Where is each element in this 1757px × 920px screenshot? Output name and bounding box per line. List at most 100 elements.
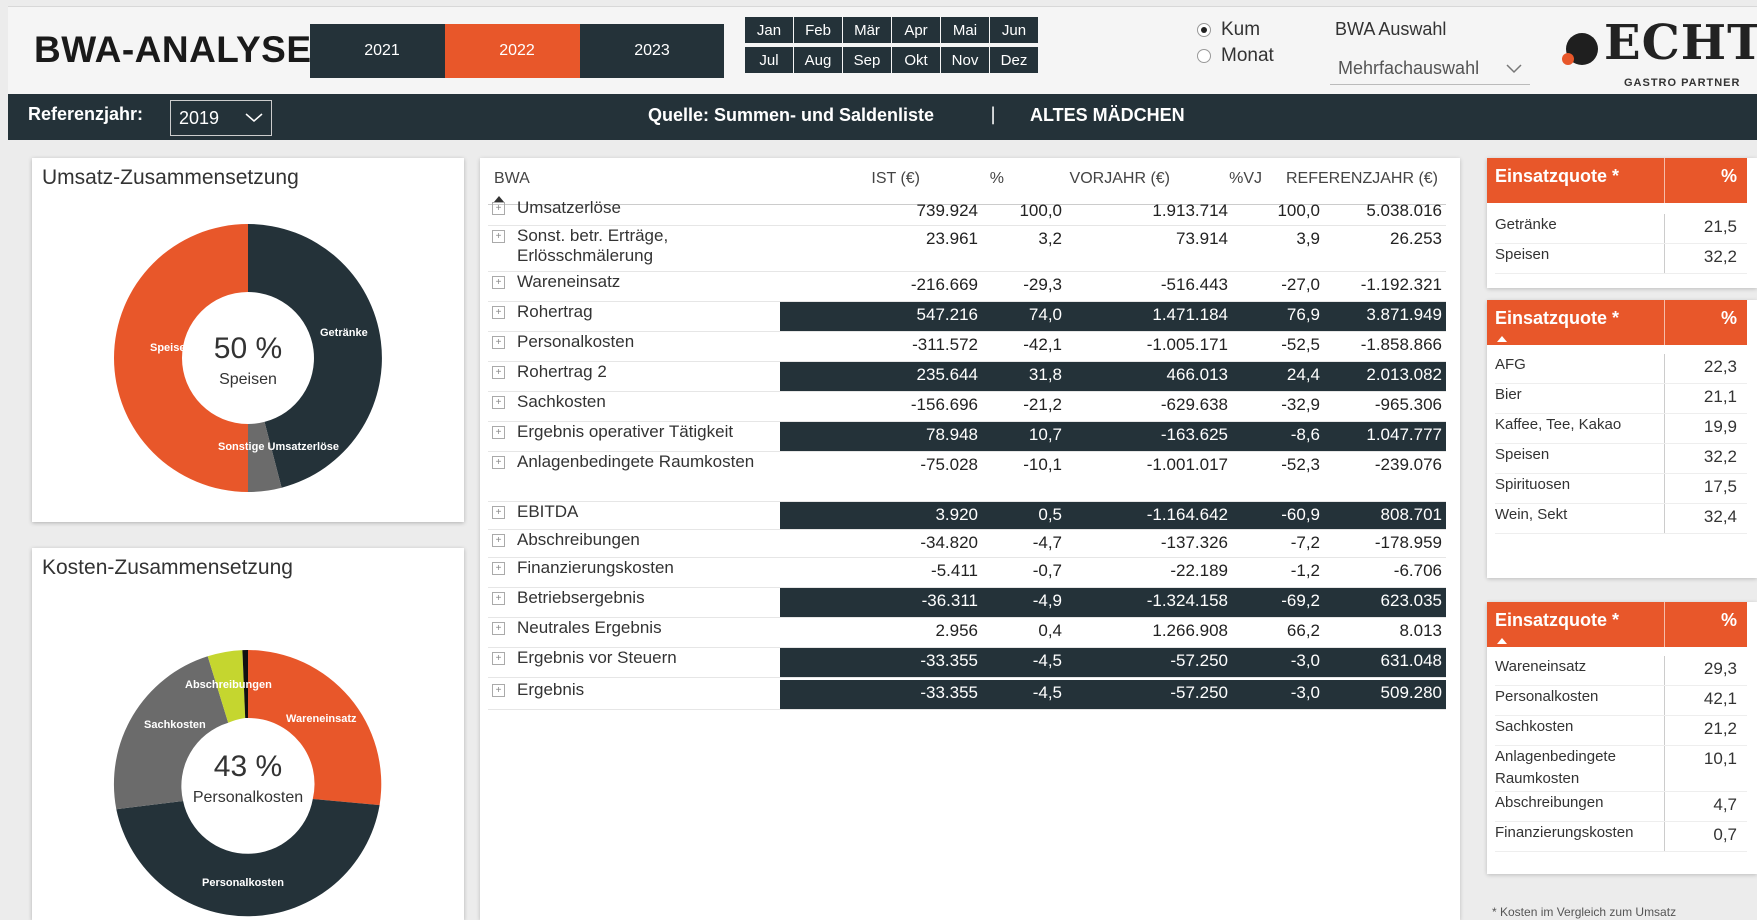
- slice-label-wareneinsatz: Wareneinsatz: [286, 713, 357, 725]
- table-row[interactable]: + Rohertrag 547.216 74,0 1.471.184 76,9 3.871.…: [488, 302, 1446, 332]
- list-item: Spirituosen 17,5: [1495, 474, 1747, 504]
- year-button-2022[interactable]: 2022: [445, 24, 589, 78]
- page-title: BWA-ANALYSE: [34, 29, 312, 70]
- year-button-2023[interactable]: 2023: [580, 24, 724, 78]
- cell-pct: -42,1: [1023, 335, 1062, 354]
- panel-title: Einsatzquote *: [1495, 308, 1620, 328]
- cell-ist: 547.216: [916, 305, 978, 324]
- row-values: 78.948 10,7 -163.625 -8,6 1.047.777: [780, 422, 1446, 451]
- expand-icon[interactable]: +: [492, 306, 505, 319]
- month-button-aug[interactable]: Aug: [794, 47, 842, 73]
- row-label-text: Rohertrag: [517, 302, 593, 321]
- table-row[interactable]: + Betriebsergebnis -36.311 -4,9 -1.324.158 -6…: [488, 588, 1446, 618]
- table-row[interactable]: + Umsatzerlöse 739.924 100,0 1.913.714 100,0 5…: [488, 198, 1446, 226]
- month-button-apr[interactable]: Apr: [892, 17, 940, 43]
- column-header-pct-vj[interactable]: %VJ: [1229, 170, 1262, 188]
- filter-bar: Referenzjahr: 2019 Quelle: Summen- und S…: [8, 94, 1757, 140]
- list-item-value: 10,1: [1703, 749, 1737, 768]
- expand-icon[interactable]: +: [492, 506, 505, 519]
- list-item-value: 0,7: [1713, 825, 1737, 844]
- table-row[interactable]: + Abschreibungen -34.820 -4,7 -137.326 -7,2 -1…: [488, 530, 1446, 558]
- list-item: Personalkosten 42,1: [1495, 686, 1747, 716]
- expand-icon[interactable]: +: [492, 684, 505, 697]
- table-row[interactable]: + Wareneinsatz -216.669 -29,3 -516.443 -27,0-…: [488, 272, 1446, 302]
- expand-icon[interactable]: +: [492, 652, 505, 665]
- panel-header[interactable]: Einsatzquote * %: [1487, 158, 1747, 203]
- cell-ref: 3.871.949: [1366, 305, 1442, 324]
- expand-icon[interactable]: +: [492, 276, 505, 289]
- cell-ist: 23.961: [926, 229, 978, 248]
- sort-asc-icon[interactable]: [1497, 336, 1507, 342]
- cell-ist: -216.669: [910, 275, 978, 294]
- expand-icon[interactable]: +: [492, 202, 505, 215]
- list-item-name: Anlagenbedingete Raumkosten: [1495, 748, 1616, 787]
- table-row[interactable]: + Finanzierungskosten -5.411 -0,7 -22.189 -1,…: [488, 558, 1446, 588]
- radio-icon: [1197, 49, 1211, 63]
- table-row[interactable]: + Sonst. betr. Erträge, Erlösschmälerung 2…: [488, 226, 1446, 272]
- panel-header[interactable]: Einsatzquote * %: [1487, 602, 1747, 647]
- month-button-nov[interactable]: Nov: [941, 47, 989, 73]
- donut-center-label: Speisen: [219, 371, 277, 388]
- expand-icon[interactable]: +: [492, 534, 505, 547]
- table-row[interactable]: + Anlagenbedingete Raumkosten -75.028 -10,1…: [488, 452, 1446, 502]
- column-header-pct[interactable]: %: [990, 170, 1004, 188]
- month-button-mar[interactable]: Mär: [843, 17, 891, 43]
- column-header-ist[interactable]: IST (€): [871, 170, 920, 188]
- column-divider: [1664, 716, 1665, 745]
- cell-vj: -1.001.017: [1146, 455, 1228, 474]
- list-item-value: 21,2: [1703, 719, 1737, 738]
- list-item: Abschreibungen 4,7: [1495, 792, 1747, 822]
- year-button-2021[interactable]: 2021: [310, 24, 454, 78]
- table-row[interactable]: + Personalkosten -311.572 -42,1 -1.005.171 -5…: [488, 332, 1446, 362]
- row-label-text: Abschreibungen: [517, 530, 640, 549]
- expand-icon[interactable]: +: [492, 366, 505, 379]
- expand-icon[interactable]: +: [492, 456, 505, 469]
- table-row[interactable]: + Ergebnis vor Steuern -33.355 -4,5 -57.250-…: [488, 648, 1446, 678]
- month-button-feb[interactable]: Feb: [794, 17, 842, 43]
- reference-year-select[interactable]: 2019: [170, 100, 272, 136]
- list-item-value: 4,7: [1713, 795, 1737, 814]
- cost-donut-chart[interactable]: 43 % Personalkosten Abschreibungen Waren…: [32, 548, 464, 920]
- panel-header[interactable]: Einsatzquote * %: [1487, 300, 1747, 345]
- expand-icon[interactable]: +: [492, 592, 505, 605]
- month-button-jan[interactable]: Jan: [745, 17, 793, 43]
- cell-vj: 466.013: [1166, 365, 1228, 384]
- cell-pct: -4,7: [1032, 533, 1062, 552]
- month-button-jul[interactable]: Jul: [745, 47, 793, 73]
- month-button-jun[interactable]: Jun: [990, 17, 1038, 43]
- mode-option-kum[interactable]: Kum: [1197, 19, 1260, 41]
- revenue-donut-chart[interactable]: 50 % Speisen Speisen Getränke Sonstige U…: [32, 158, 464, 522]
- month-button-mai[interactable]: Mai: [941, 17, 989, 43]
- table-row[interactable]: + Ergebnis operativer Tätigkeit 78.948 10,7…: [488, 422, 1446, 452]
- table-row[interactable]: + Neutrales Ergebnis 2.956 0,4 1.266.908 66,2…: [488, 618, 1446, 648]
- mode-option-monat[interactable]: Monat: [1197, 45, 1274, 67]
- expand-icon[interactable]: +: [492, 562, 505, 575]
- column-header-referenzjahr[interactable]: REFERENZJAHR (€): [1286, 170, 1438, 188]
- row-values: -36.311 -4,9 -1.324.158 -69,2 623.035: [780, 588, 1446, 617]
- cell-ref: 2.013.082: [1366, 365, 1442, 384]
- column-header-vorjahr[interactable]: VORJAHR (€): [1070, 170, 1170, 188]
- list-item-name: Bier: [1495, 386, 1522, 403]
- cell-vj: 1.266.908: [1152, 621, 1228, 640]
- bwa-select[interactable]: Mehrfachauswahl: [1330, 53, 1530, 85]
- sort-asc-icon[interactable]: [1497, 638, 1507, 644]
- month-button-sep[interactable]: Sep: [843, 47, 891, 73]
- table-row[interactable]: + Rohertrag 2 235.644 31,8 466.013 24,4 2.013.…: [488, 362, 1446, 392]
- cell-ref: -239.076: [1374, 455, 1442, 474]
- month-button-okt[interactable]: Okt: [892, 47, 940, 73]
- column-header-bwa[interactable]: BWA: [494, 170, 530, 188]
- expand-icon[interactable]: +: [492, 336, 505, 349]
- list-item-name: Sachkosten: [1495, 718, 1574, 735]
- expand-icon[interactable]: +: [492, 426, 505, 439]
- slice-label-abschreibungen: Abschreibungen: [185, 679, 272, 691]
- expand-icon[interactable]: +: [492, 396, 505, 409]
- cell-pct: 0,4: [1038, 621, 1062, 640]
- list-item-value: 21,5: [1703, 217, 1737, 236]
- table-row[interactable]: + Ergebnis -33.355 -4,5 -57.250 -3,0 509.280: [488, 680, 1446, 710]
- row-label: + EBITDA: [488, 502, 778, 522]
- expand-icon[interactable]: +: [492, 622, 505, 635]
- table-row[interactable]: + Sachkosten -156.696 -21,2 -629.638 -32,9 -96…: [488, 392, 1446, 422]
- month-button-dez[interactable]: Dez: [990, 47, 1038, 73]
- table-row[interactable]: + EBITDA 3.920 0,5 -1.164.642 -60,9 808.701: [488, 502, 1446, 530]
- expand-icon[interactable]: +: [492, 230, 505, 243]
